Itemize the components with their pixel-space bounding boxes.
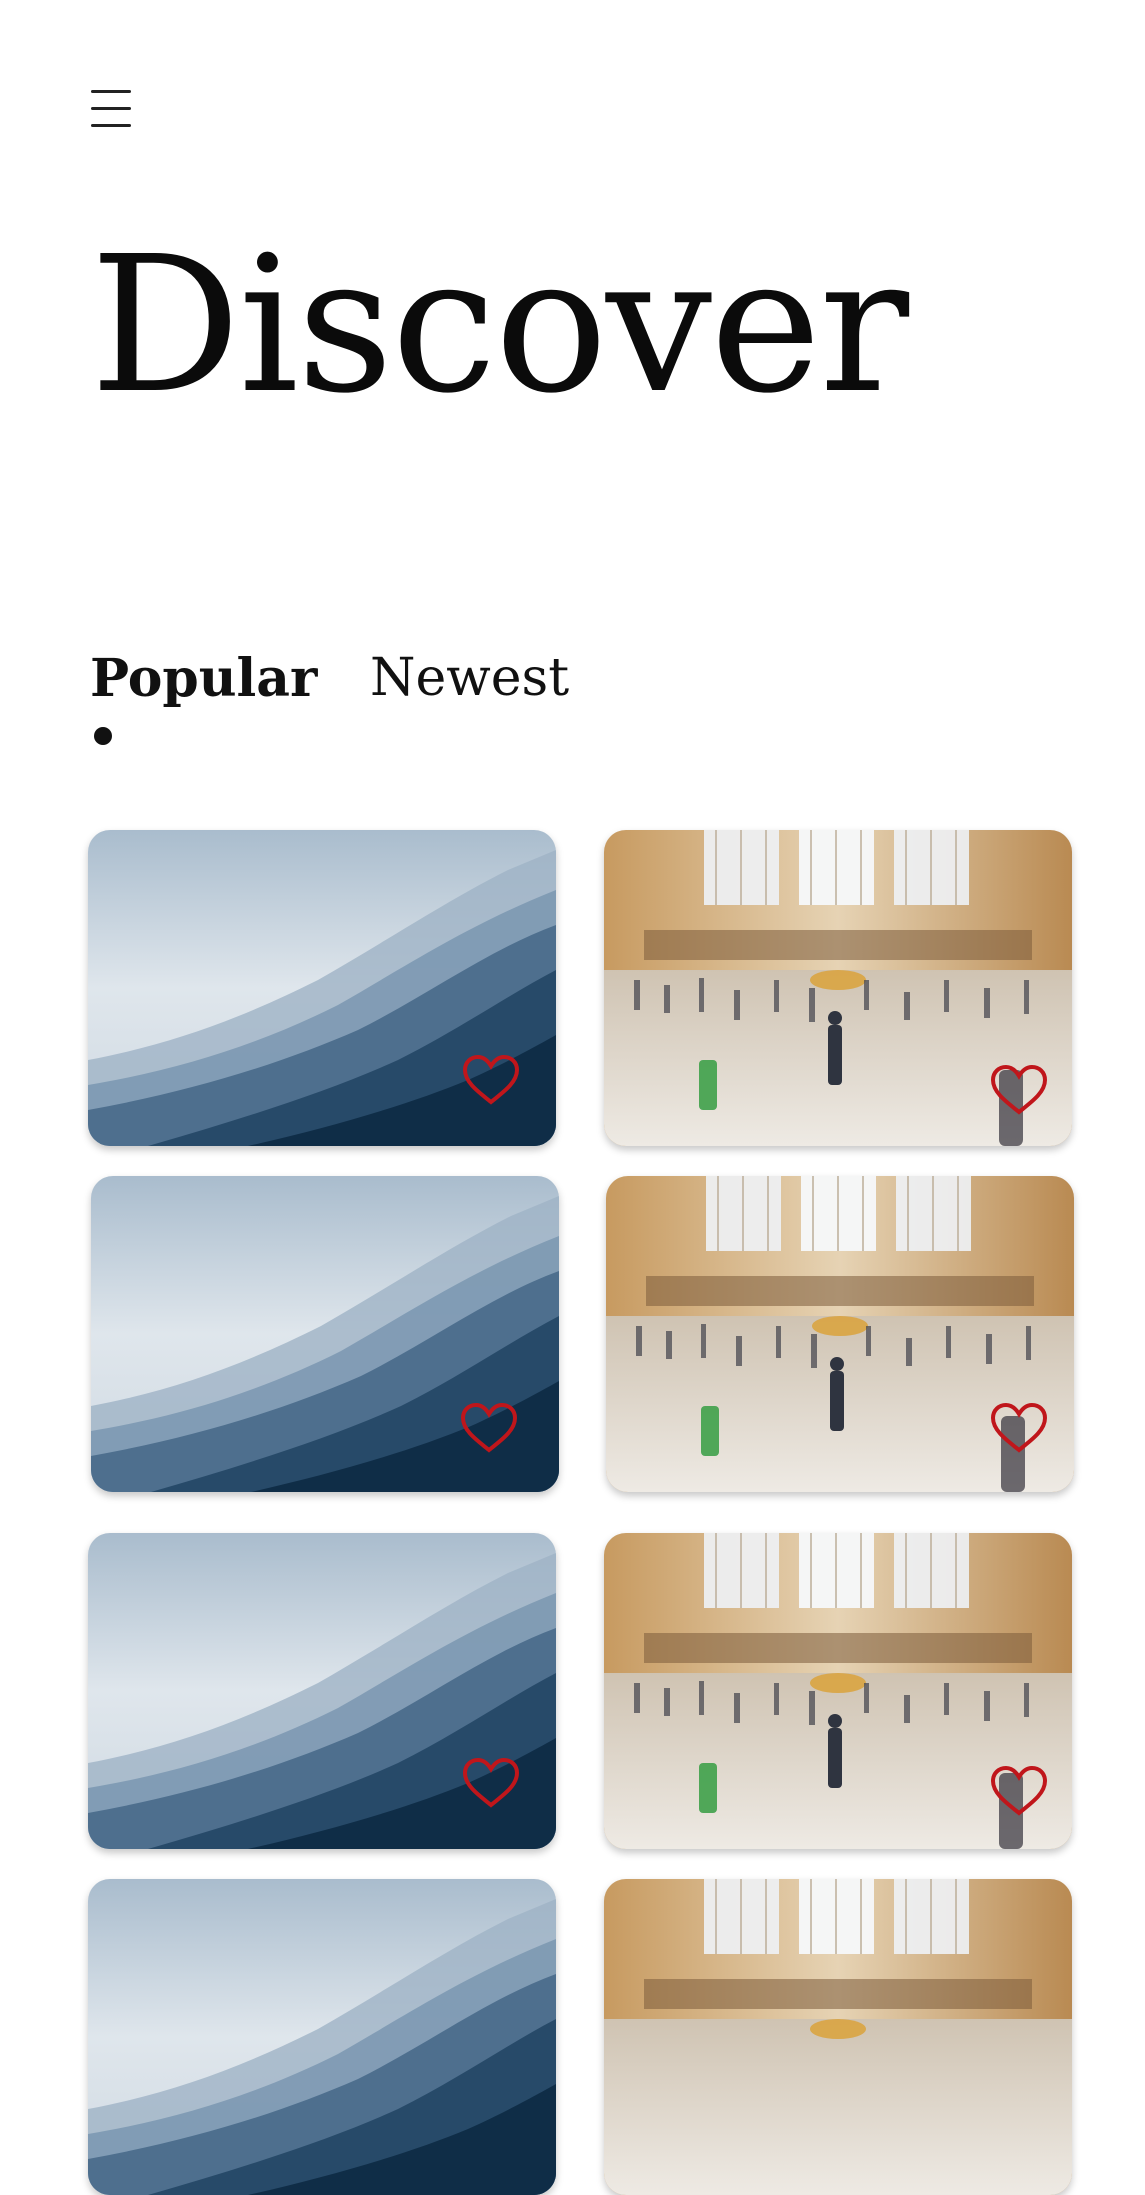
heart-outline-icon bbox=[990, 1064, 1048, 1115]
active-tab-indicator bbox=[94, 727, 112, 745]
favorite-button[interactable] bbox=[460, 1755, 522, 1811]
hamburger-menu-icon-line bbox=[91, 90, 131, 93]
tab-newest[interactable]: Newest bbox=[370, 649, 569, 707]
favorite-button[interactable] bbox=[988, 1763, 1050, 1819]
terminal-photo bbox=[604, 1879, 1072, 2195]
hamburger-menu-icon-line bbox=[91, 107, 131, 110]
favorite-button[interactable] bbox=[458, 1400, 520, 1456]
heart-outline-icon bbox=[462, 1054, 520, 1105]
heart-outline-icon bbox=[990, 1402, 1048, 1453]
tab-popular[interactable]: Popular bbox=[90, 650, 317, 707]
photo-card-terminal[interactable] bbox=[606, 1176, 1074, 1492]
favorite-button[interactable] bbox=[988, 1062, 1050, 1118]
heart-outline-icon bbox=[462, 1757, 520, 1808]
menu-button[interactable] bbox=[88, 88, 136, 132]
heart-outline-icon bbox=[990, 1765, 1048, 1816]
heart-outline-icon bbox=[460, 1402, 518, 1453]
photo-card-mountains[interactable] bbox=[91, 1176, 559, 1492]
mountain-photo bbox=[88, 1879, 556, 2195]
photo-card-mountains[interactable] bbox=[88, 1879, 556, 2195]
photo-card-terminal[interactable] bbox=[604, 830, 1072, 1146]
photo-card-terminal[interactable] bbox=[604, 1879, 1072, 2195]
photo-card-terminal[interactable] bbox=[604, 1533, 1072, 1849]
hamburger-menu-icon-line bbox=[91, 124, 131, 127]
photo-card-mountains[interactable] bbox=[88, 830, 556, 1146]
photo-card-mountains[interactable] bbox=[88, 1533, 556, 1849]
favorite-button[interactable] bbox=[460, 1052, 522, 1108]
favorite-button[interactable] bbox=[988, 1400, 1050, 1456]
page-title: Discover bbox=[90, 216, 909, 435]
